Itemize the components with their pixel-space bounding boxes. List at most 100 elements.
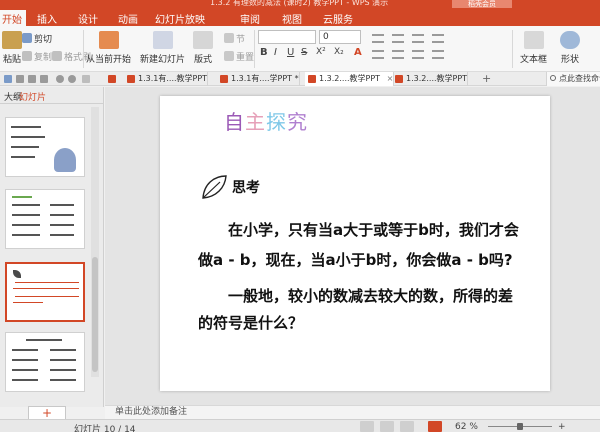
section-label: 节 [236, 35, 246, 45]
slide-pane: 大纲 幻灯片 + [0, 87, 104, 420]
align-center-icon[interactable] [372, 50, 384, 59]
tab-animation[interactable]: 动画 [118, 11, 138, 26]
layout-icon [193, 31, 213, 49]
reset-label: 重置 [236, 53, 255, 63]
command-search-input[interactable]: 点此查找命令 [546, 72, 600, 86]
indent-icon[interactable] [432, 34, 444, 43]
reset-button[interactable]: 重置 [224, 50, 254, 63]
doc-tab-1[interactable]: 1.3.1有....教学PPT [124, 72, 209, 86]
italic-button[interactable]: I [274, 47, 277, 58]
pane-tabs: 大纲 幻灯片 [0, 87, 104, 104]
justify-icon[interactable] [412, 50, 424, 59]
subscript-button[interactable]: X₂ [334, 47, 344, 57]
preview-icon[interactable] [28, 75, 36, 83]
new-slide-icon [152, 31, 173, 49]
zoom-slider-handle[interactable] [517, 423, 523, 430]
from-current-label: 从当前开始 [86, 55, 132, 65]
wps-logo-icon[interactable] [108, 75, 116, 83]
slide-thumbnail-10[interactable] [5, 262, 85, 322]
tab-view[interactable]: 视图 [282, 11, 302, 26]
pane-scrollbar-thumb[interactable] [92, 257, 98, 372]
scissors-icon [22, 33, 32, 43]
add-slide-button[interactable]: + [28, 406, 66, 420]
reading-view-icon[interactable] [400, 421, 414, 432]
cut-label: 剪切 [34, 35, 53, 45]
doc-tab-label: 1.3.1有....教学PPT [138, 74, 208, 83]
shape-label: 形状 [560, 55, 579, 65]
zoom-in-button[interactable]: + [558, 422, 566, 432]
align-right-icon[interactable] [392, 50, 404, 59]
cut-button[interactable]: 剪切 [22, 32, 52, 45]
title-char: 主 [245, 110, 266, 134]
paragraph-2-line-1[interactable]: 一般地，较小的数减去较大的数，所得的差 [228, 281, 513, 311]
sorter-view-icon[interactable] [380, 421, 394, 432]
new-slide-label: 新建幻灯片 [140, 55, 186, 65]
paste-button[interactable]: 粘贴 [2, 31, 22, 65]
align-left-icon[interactable] [372, 34, 384, 43]
paragraph-1-line-2[interactable]: 做a - b，现在，当a小于b时，你会做a - b吗? [198, 245, 513, 275]
slide-canvas[interactable]: 自主探究 思考 在小学，只有当a大于或等于b时，我们才会 做a - b，现在，当… [160, 96, 550, 391]
textbox-button[interactable]: 文本框 [520, 31, 547, 65]
numbering-icon[interactable] [412, 34, 424, 43]
textbox-label: 文本框 [520, 55, 548, 65]
tab-review[interactable]: 审阅 [240, 11, 260, 26]
strikethrough-button[interactable]: S [301, 47, 307, 58]
paragraph-2-line-2[interactable]: 的符号是什么？ [198, 308, 303, 338]
more-icon[interactable] [82, 75, 90, 83]
tab-cloud[interactable]: 云服务 [323, 11, 353, 26]
from-current-button[interactable]: 从当前开始 [86, 31, 131, 65]
underline-button[interactable]: U [287, 47, 294, 58]
paste-label: 粘贴 [2, 55, 21, 65]
section-button[interactable]: 节 [224, 32, 245, 45]
tab-slideshow[interactable]: 幻灯片放映 [155, 11, 205, 26]
tab-home[interactable]: 开始 [0, 10, 26, 26]
slide-heading[interactable]: 思考 [232, 177, 260, 197]
bold-button[interactable]: B [260, 47, 268, 58]
copy-label: 复制 [34, 53, 53, 63]
divider [254, 30, 255, 68]
tab-insert[interactable]: 插入 [37, 11, 57, 26]
doc-tab-4[interactable]: 1.3.2....教学PPT [392, 72, 469, 86]
slide-thumbnail-9[interactable] [5, 189, 85, 249]
print-icon[interactable] [16, 75, 24, 83]
font-color-button[interactable]: A [354, 47, 362, 58]
brush-icon [52, 51, 62, 61]
export-icon[interactable] [40, 75, 48, 83]
font-size-input[interactable]: 0 [319, 30, 361, 44]
divider [83, 30, 84, 68]
doc-tab-3[interactable]: 1.3.2....教学PPT × [305, 72, 395, 86]
member-button[interactable]: 稻壳会员 [452, 0, 512, 8]
status-bar: 幻灯片 10 / 14 62 % + [0, 419, 600, 432]
slide-title[interactable]: 自主探究 [224, 106, 308, 135]
paragraph-1-line-1[interactable]: 在小学，只有当a大于或等于b时，我们才会 [228, 215, 519, 245]
ppt-file-icon [220, 75, 228, 83]
reset-icon [224, 51, 234, 61]
normal-view-icon[interactable] [360, 421, 374, 432]
slide-thumbnail-11[interactable] [5, 332, 85, 392]
font-size-value: 0 [323, 32, 329, 42]
doc-tab-label: 1.3.2....教学PPT [406, 74, 468, 83]
ppt-file-icon [127, 75, 135, 83]
tab-design[interactable]: 设计 [78, 11, 98, 26]
layout-button[interactable]: 版式 [193, 31, 213, 65]
tab-slides[interactable]: 幻灯片 [19, 90, 46, 103]
redo-icon[interactable] [68, 75, 76, 83]
undo-icon[interactable] [56, 75, 64, 83]
superscript-button[interactable]: X² [316, 47, 326, 57]
play-slideshow-icon[interactable] [428, 421, 442, 432]
bullets-icon[interactable] [392, 34, 404, 43]
shape-button[interactable]: 形状 [560, 31, 580, 65]
save-icon[interactable] [4, 75, 12, 83]
doc-tab-2[interactable]: 1.3.1有....学PPT * [217, 72, 300, 86]
copy-button[interactable]: 复制 [22, 50, 52, 63]
ppt-file-icon [308, 75, 316, 83]
slide-counter: 幻灯片 10 / 14 [74, 425, 136, 432]
line-spacing-icon[interactable] [432, 50, 444, 59]
new-tab-button[interactable]: + [482, 72, 491, 86]
document-tab-bar: 1.3.1有....教学PPT 1.3.1有....学PPT * 1.3.2..… [0, 72, 600, 86]
slide-thumbnail-8[interactable] [5, 117, 85, 177]
new-slide-button[interactable]: 新建幻灯片 [140, 31, 185, 65]
editing-canvas: 自主探究 思考 在小学，只有当a大于或等于b时，我们才会 做a - b，现在，当… [105, 87, 600, 405]
font-family-input[interactable] [258, 30, 316, 44]
notes-input[interactable]: 单击此处添加备注 [105, 405, 600, 419]
